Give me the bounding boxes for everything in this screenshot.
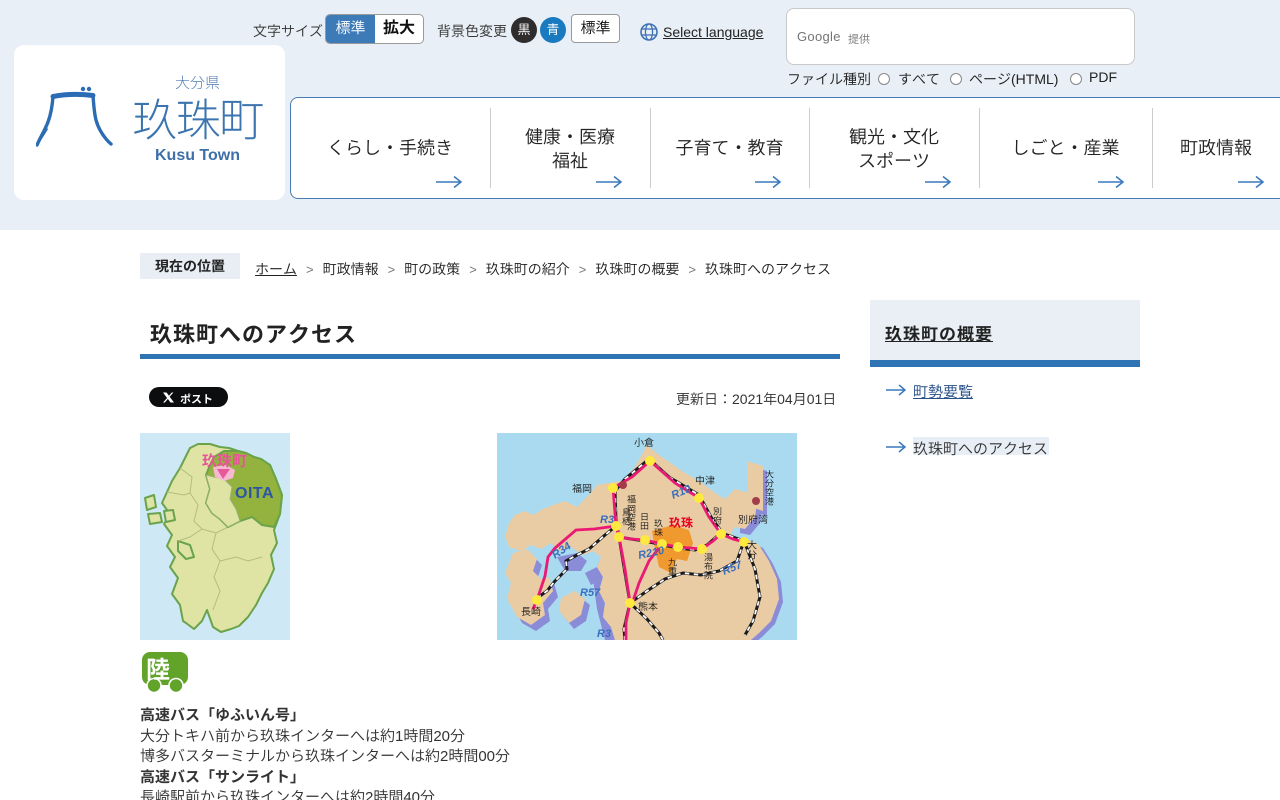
- svg-text:熊本: 熊本: [638, 601, 658, 613]
- svg-text:別府: 別府: [712, 506, 722, 524]
- svg-text:OITA: OITA: [235, 485, 274, 502]
- svg-text:九重: 九重: [667, 557, 677, 575]
- svg-text:長崎: 長崎: [521, 606, 541, 618]
- svg-text:玖珠: 玖珠: [669, 516, 693, 530]
- svg-text:R3: R3: [600, 514, 614, 526]
- svg-text:鳥栖: 鳥栖: [621, 507, 631, 525]
- svg-text:中津: 中津: [695, 475, 715, 487]
- svg-text:別府湾: 別府湾: [738, 514, 768, 526]
- svg-text:福岡: 福岡: [572, 483, 592, 495]
- svg-text:小倉: 小倉: [634, 437, 654, 449]
- svg-text:大分: 大分: [745, 539, 757, 560]
- svg-text:陸: 陸: [146, 657, 170, 684]
- svg-text:湯布院: 湯布院: [703, 552, 713, 579]
- svg-text:玖珠町: 玖珠町: [202, 453, 247, 470]
- svg-text:R57: R57: [580, 587, 601, 599]
- svg-text:玖珠: 玖珠: [653, 518, 663, 536]
- svg-text:R3: R3: [597, 628, 611, 640]
- svg-text:日田: 日田: [639, 512, 649, 530]
- svg-text:大分空港: 大分空港: [764, 469, 774, 505]
